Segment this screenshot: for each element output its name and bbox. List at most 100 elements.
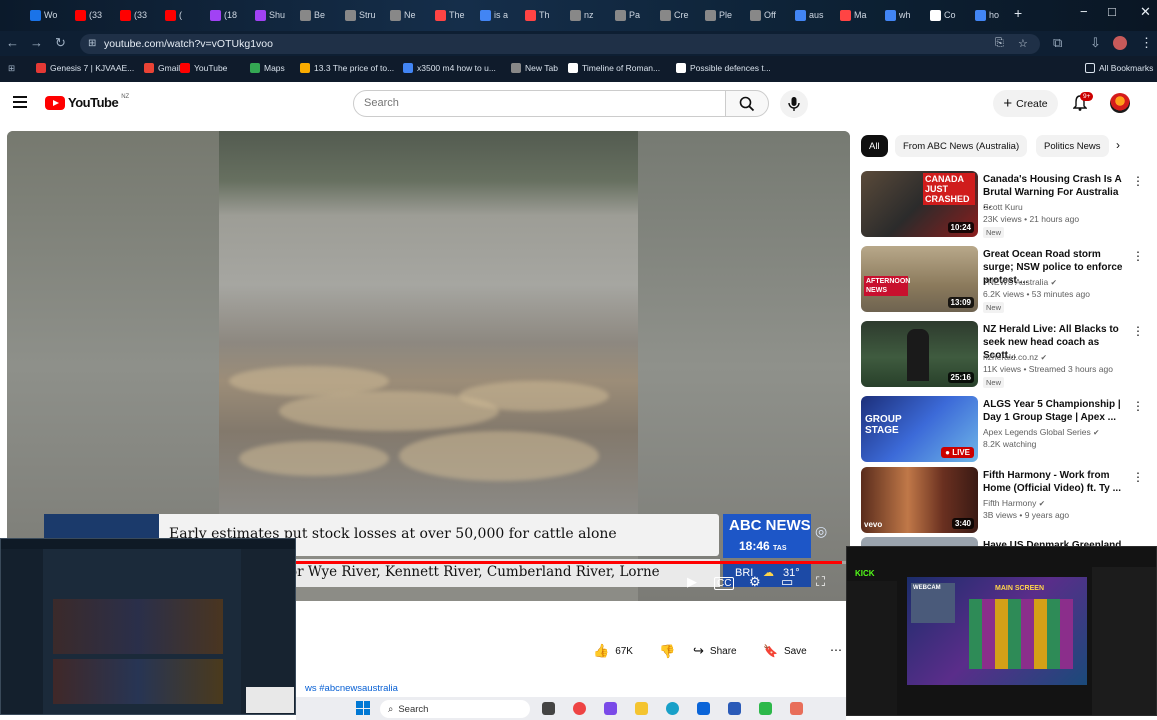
share-button[interactable]: ↪ Share — [683, 637, 743, 665]
browser-tab[interactable]: wh — [885, 6, 911, 24]
more-options-icon[interactable]: ⋮ — [1132, 399, 1144, 413]
channel-line[interactable]: Apex Legends Global Series ✔ — [983, 427, 1099, 437]
video-thumbnail[interactable]: 25:16 — [861, 321, 978, 387]
forward-icon[interactable]: → — [30, 35, 43, 50]
search-button[interactable] — [725, 90, 769, 117]
channel-line[interactable]: Fifth Harmony ✔ — [983, 498, 1045, 508]
create-button[interactable]: + Create — [993, 90, 1058, 117]
app-red-icon[interactable] — [790, 702, 803, 715]
browser-tab[interactable]: Off — [750, 6, 776, 24]
browser-tab[interactable]: (33 — [75, 6, 102, 24]
browser-tab[interactable]: nz — [570, 6, 594, 24]
channel-line[interactable]: 7NEWS Australia ✔ — [983, 277, 1057, 287]
recommendation-item[interactable]: CANADA JUST CRASHED 10:24 Canada's Housi… — [861, 171, 1144, 238]
browser-tab[interactable]: (18 — [210, 6, 237, 24]
close-icon[interactable]: ✕ — [1140, 4, 1151, 20]
install-icon[interactable]: ⎘ — [995, 37, 1004, 50]
overlay-window-right[interactable]: KICK WEBCAM MAIN SCREEN — [846, 546, 1157, 716]
app-icon[interactable] — [604, 702, 617, 715]
bookmark-star-icon[interactable]: ☆ — [1018, 37, 1028, 50]
browser-tab[interactable]: The — [435, 6, 465, 24]
recommendation-item[interactable]: vevo 3:40 Fifth Harmony - Work from Home… — [861, 467, 1144, 533]
dislike-button[interactable]: 👍 — [649, 637, 679, 665]
video-thumbnail[interactable]: GROUP STAGE ● LIVE — [861, 396, 978, 462]
browser-tab[interactable]: Wo — [30, 6, 57, 24]
search-box[interactable] — [353, 90, 726, 117]
file-explorer-icon[interactable] — [635, 702, 648, 715]
miniplayer-icon[interactable]: ▶ — [687, 574, 697, 590]
more-options-icon[interactable]: ⋮ — [1132, 249, 1144, 263]
browser-tab[interactable]: Ma — [840, 6, 867, 24]
browser-tab[interactable]: Cre — [660, 6, 689, 24]
taskbar-search[interactable]: ⌕ Search — [380, 700, 530, 718]
recommendation-item[interactable]: 25:16 NZ Herald Live: All Blacks to seek… — [861, 321, 1144, 388]
browser-tab[interactable]: (33 — [120, 6, 147, 24]
chevron-right-icon[interactable]: › — [1116, 138, 1120, 152]
reload-icon[interactable]: ↻ — [55, 35, 66, 51]
apps-grid-icon[interactable]: ⊞ — [8, 63, 15, 74]
recommendation-item[interactable]: GROUP STAGE ● LIVE ALGS Year 5 Champions… — [861, 396, 1144, 462]
back-icon[interactable]: ← — [6, 35, 19, 50]
video-title[interactable]: ALGS Year 5 Championship | Day 1 Group S… — [983, 398, 1125, 424]
channel-name[interactable]: Scott Kuru — [983, 202, 1023, 212]
browser-tab[interactable]: Shu — [255, 6, 285, 24]
chip-politics-news[interactable]: Politics News — [1036, 135, 1109, 157]
site-info-icon[interactable]: ⊞ — [88, 38, 96, 49]
bookmark-item[interactable]: YouTube — [180, 63, 227, 73]
outlook-icon[interactable] — [697, 702, 710, 715]
downloads-icon[interactable]: ⇩ — [1090, 35, 1101, 51]
theater-mode-icon[interactable]: ▭ — [781, 574, 793, 590]
bookmark-item[interactable]: Genesis 7 | KJVAAE... — [36, 63, 134, 73]
task-view-icon[interactable] — [542, 702, 555, 715]
bookmark-item[interactable]: 13.3 The price of to... — [300, 63, 394, 73]
chip-all[interactable]: All — [861, 135, 888, 157]
save-button[interactable]: 🔖 Save — [753, 637, 813, 665]
youtube-logo[interactable]: YouTube NZ — [45, 94, 129, 110]
settings-gear-icon[interactable]: ⚙ — [749, 574, 761, 590]
all-bookmarks[interactable]: All Bookmarks — [1085, 63, 1153, 73]
bookmark-item[interactable]: New Tab — [511, 63, 558, 73]
app-green-icon[interactable] — [759, 702, 772, 715]
channel-line[interactable]: nzherald.co.nz ✔ — [983, 352, 1047, 362]
bookmark-item[interactable]: Gmail — [144, 63, 180, 73]
browser-tab[interactable]: Ple — [705, 6, 732, 24]
account-avatar[interactable] — [1110, 93, 1130, 113]
video-hashtags[interactable]: ws #abcnewsaustralia — [305, 683, 398, 694]
browser-tab[interactable]: Th — [525, 6, 550, 24]
browser-tab[interactable]: Stru — [345, 6, 376, 24]
maximize-icon[interactable]: □ — [1108, 4, 1116, 19]
store-icon[interactable] — [728, 702, 741, 715]
video-thumbnail[interactable]: CANADA JUST CRASHED 10:24 — [861, 171, 978, 237]
hamburger-menu-icon[interactable] — [13, 96, 27, 108]
video-title[interactable]: Fifth Harmony - Work from Home (Official… — [983, 469, 1125, 495]
browser-menu-icon[interactable]: ⋮ — [1140, 35, 1153, 51]
search-input[interactable] — [364, 97, 704, 109]
browser-tab[interactable]: Co — [930, 6, 956, 24]
browser-tab[interactable]: Ne — [390, 6, 416, 24]
browser-tab[interactable]: aus — [795, 6, 824, 24]
windows-start-icon[interactable] — [356, 701, 370, 715]
new-tab-icon[interactable]: + — [1014, 5, 1022, 21]
more-options-icon[interactable]: ⋮ — [1132, 470, 1144, 484]
extensions-icon[interactable]: ⧉ — [1053, 35, 1062, 51]
video-thumbnail[interactable]: AFTERNOON NEWS 13:09 — [861, 246, 978, 312]
notifications-button[interactable]: 9+ — [1072, 92, 1094, 116]
bookmark-item[interactable]: Maps — [250, 63, 285, 73]
like-button[interactable]: 👍 67K — [583, 637, 649, 665]
chrome-icon[interactable] — [573, 702, 586, 715]
address-bar[interactable]: ⊞ youtube.com/watch?v=vOTUkg1voo ⎘ ☆ — [80, 34, 1040, 54]
video-thumbnail[interactable]: vevo 3:40 — [861, 467, 978, 533]
chip-from-abc-news[interactable]: From ABC News (Australia) — [895, 135, 1028, 157]
minimize-icon[interactable]: − — [1080, 4, 1088, 19]
browser-tab[interactable]: Pa — [615, 6, 640, 24]
edge-icon[interactable] — [666, 702, 679, 715]
fullscreen-icon[interactable]: ⛶ — [816, 574, 825, 590]
video-player[interactable]: OLD FLOODS Early estimates put stock los… — [7, 131, 850, 601]
bookmark-item[interactable]: Timeline of Roman... — [568, 63, 660, 73]
more-options-icon[interactable]: ⋮ — [1132, 174, 1144, 188]
profile-avatar[interactable] — [1113, 36, 1127, 50]
captions-icon[interactable]: CC — [714, 577, 735, 590]
more-options-icon[interactable]: ⋮ — [1132, 324, 1144, 338]
bookmark-item[interactable]: x3500 m4 how to u... — [403, 63, 496, 73]
browser-tab[interactable]: Be — [300, 6, 325, 24]
